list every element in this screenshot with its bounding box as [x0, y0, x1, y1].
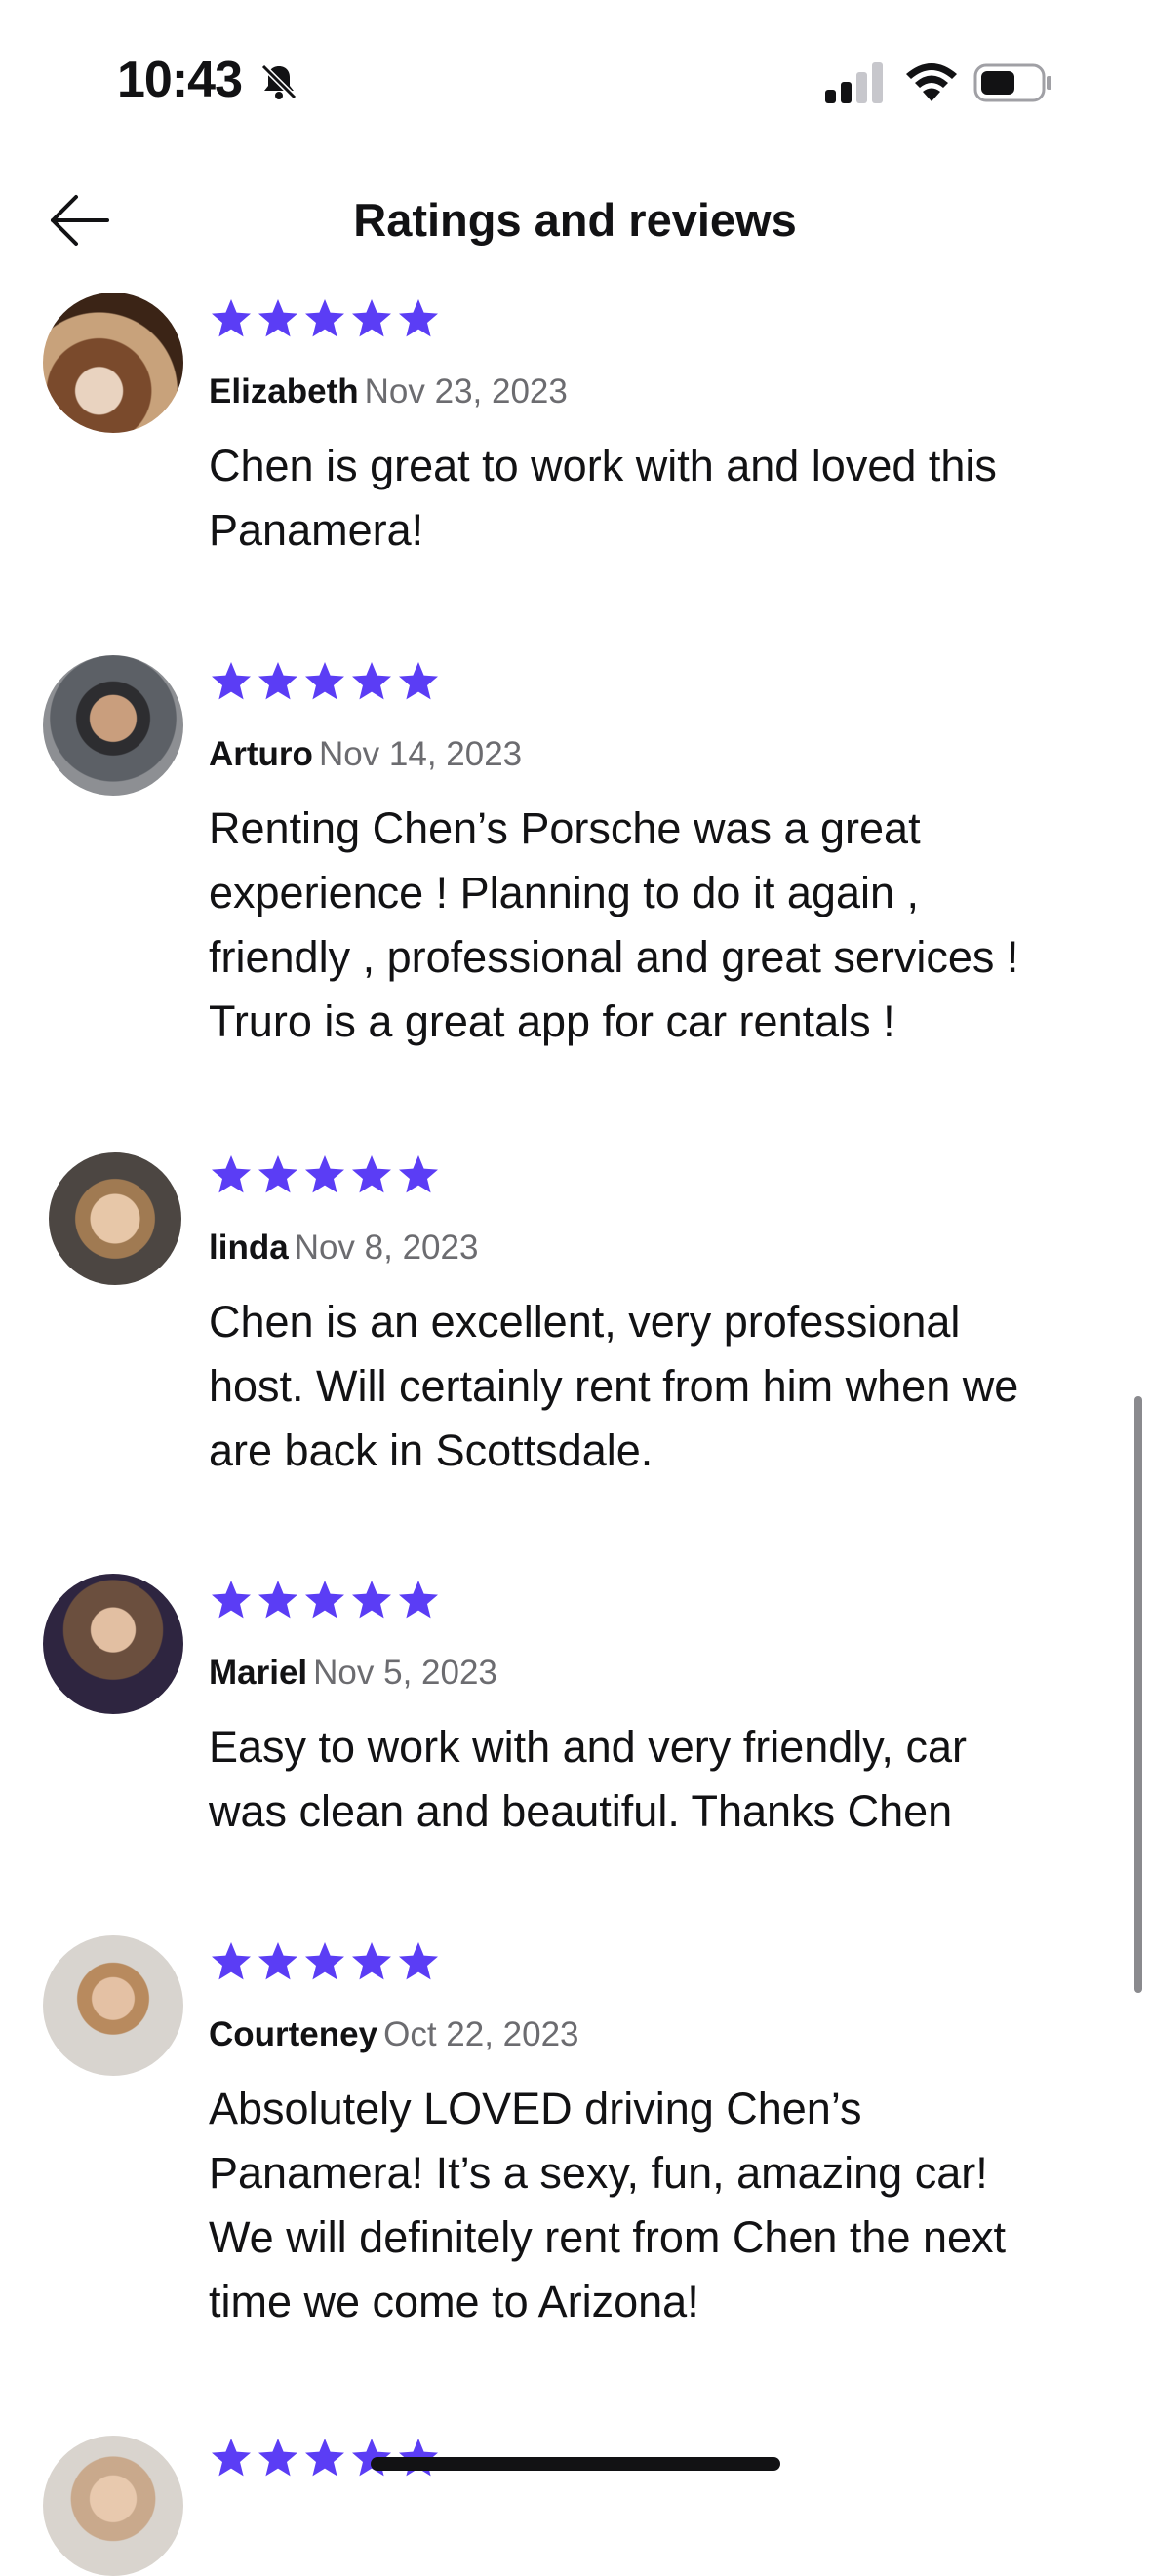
home-indicator[interactable] [371, 2457, 780, 2471]
star-icon [212, 2439, 251, 2477]
review-text: Chen is an excellent, very professional h… [209, 1297, 1019, 1475]
star-icon [399, 299, 438, 337]
star-icon [399, 1581, 438, 1619]
review-text: Absolutely LOVED driving Chen’s Panamera!… [209, 2084, 1007, 2326]
star-icon [399, 1155, 438, 1193]
star-rating [209, 659, 441, 708]
star-icon [212, 1942, 251, 1980]
avatar[interactable] [43, 1935, 183, 2076]
star-icon [212, 1155, 251, 1193]
review-text: Easy to work with and very friendly, car… [209, 1722, 967, 1836]
star-icon [352, 662, 391, 700]
avatar[interactable] [43, 2436, 183, 2576]
review-text: Renting Chen’s Porsche was a great experi… [209, 803, 1019, 1046]
star-icon [305, 662, 344, 700]
star-icon [305, 1942, 344, 1980]
star-icon [399, 662, 438, 700]
star-icon [305, 1155, 344, 1193]
star-icon [212, 1581, 251, 1619]
avatar[interactable] [49, 1152, 181, 1285]
review-meta: Courteney Oct 22, 2023 [209, 2015, 579, 2054]
star-icon [305, 299, 344, 337]
review-meta: Arturo Nov 14, 2023 [209, 735, 522, 774]
cellular-signal-icon [825, 62, 883, 103]
star-icon [258, 299, 297, 337]
star-icon [258, 2439, 297, 2477]
avatar[interactable] [43, 293, 183, 433]
review-date: Nov 23, 2023 [364, 372, 568, 410]
review-date: Oct 22, 2023 [383, 2015, 579, 2053]
reviewer-name[interactable]: Courteney [209, 2015, 377, 2053]
page-title: Ratings and reviews [353, 194, 797, 246]
reviewer-name[interactable]: linda [209, 1229, 289, 1267]
review-date: Nov 5, 2023 [313, 1654, 497, 1692]
review-date: Nov 14, 2023 [318, 735, 523, 773]
reviewer-name[interactable]: Arturo [209, 735, 313, 773]
review-text: Chen is great to work with and loved thi… [209, 441, 997, 555]
star-icon [352, 299, 391, 337]
reviewer-name[interactable]: Mariel [209, 1654, 307, 1692]
avatar[interactable] [43, 1574, 183, 1714]
star-icon [258, 1581, 297, 1619]
wifi-icon [906, 63, 957, 101]
star-rating [209, 1939, 441, 1988]
reviewer-name[interactable]: Elizabeth [209, 372, 359, 410]
status-time: 10:43 [117, 52, 243, 108]
review-meta: linda Nov 8, 2023 [209, 1229, 478, 1268]
bell-slash-icon [260, 63, 297, 100]
battery-icon [973, 63, 1051, 102]
star-icon [305, 2439, 344, 2477]
star-icon [352, 1942, 391, 1980]
star-icon [258, 662, 297, 700]
star-rating [209, 1578, 441, 1626]
star-icon [399, 1942, 438, 1980]
star-icon [212, 662, 251, 700]
star-icon [352, 1581, 391, 1619]
star-icon [352, 1155, 391, 1193]
star-icon [305, 1581, 344, 1619]
scrollbar[interactable] [1134, 1396, 1142, 1993]
avatar[interactable] [43, 655, 183, 796]
star-rating [209, 296, 441, 345]
review-meta: Mariel Nov 5, 2023 [209, 1654, 497, 1693]
review-date: Nov 8, 2023 [294, 1229, 479, 1267]
star-icon [258, 1942, 297, 1980]
review-meta: Elizabeth Nov 23, 2023 [209, 372, 568, 411]
star-icon [212, 299, 251, 337]
star-rating [209, 1152, 441, 1201]
star-icon [258, 1155, 297, 1193]
